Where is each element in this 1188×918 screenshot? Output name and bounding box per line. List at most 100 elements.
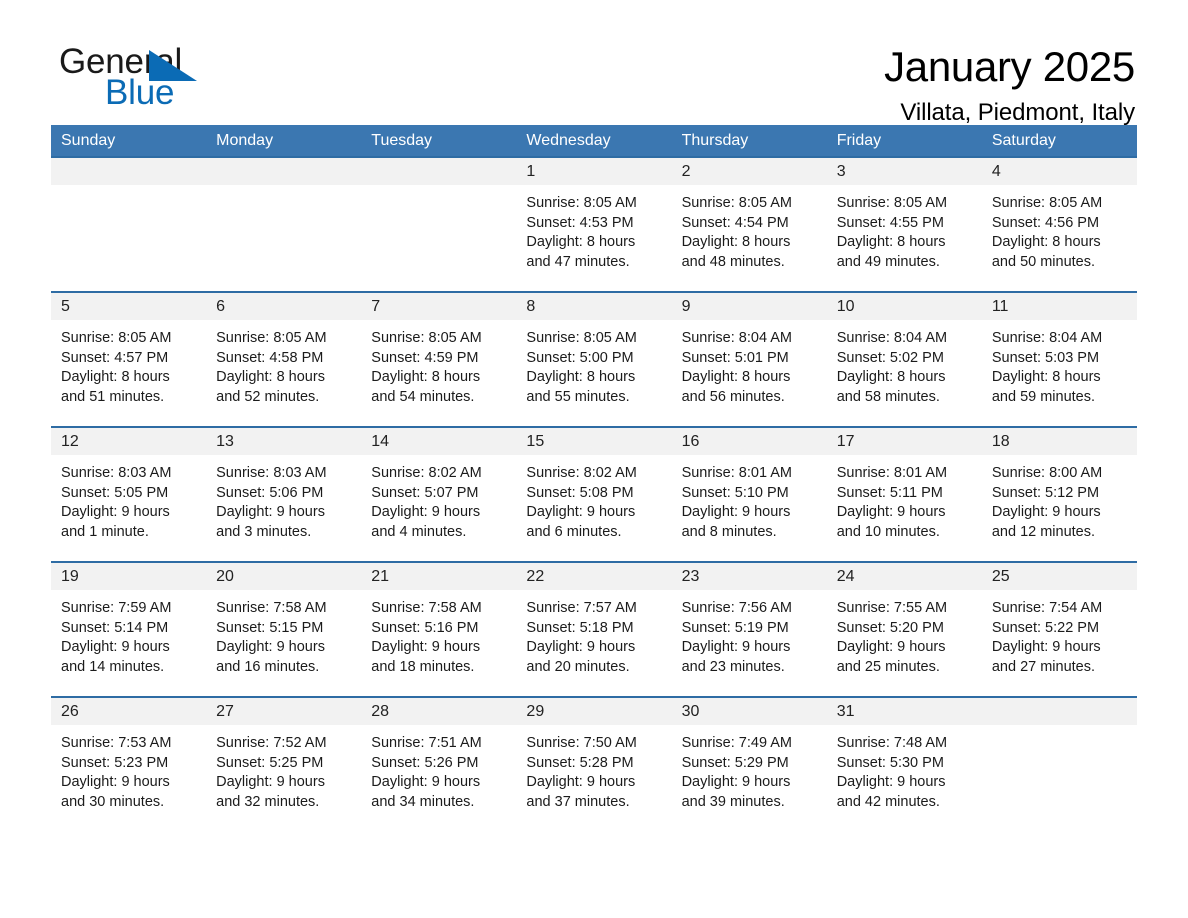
weekday-header-monday: Monday [206, 125, 362, 157]
calendar-day-cell[interactable]: 18 Sunrise: 8:00 AM Sunset: 5:12 PM Dayligh… [981, 426, 1137, 562]
day-number: 6 [206, 293, 362, 320]
calendar-day-cell[interactable]: 17 Sunrise: 8:01 AM Sunset: 5:11 PM Dayligh… [826, 426, 982, 562]
day-details: Sunrise: 7:57 AM Sunset: 5:18 PM Daylight:… [516, 590, 671, 677]
calendar-day-cell[interactable]: 14 Sunrise: 8:02 AM Sunset: 5:07 PM Dayligh… [361, 426, 517, 562]
sunset-text: Sunset: 5:07 PM [371, 484, 479, 501]
sunset-text: Sunset: 5:15 PM [216, 619, 324, 636]
sunrise-text: Sunrise: 8:00 AM [991, 465, 1103, 481]
daylight-text: Daylight: 9 hours [681, 504, 791, 521]
calendar-day-cell[interactable]: 7 Sunrise: 8:05 AM Sunset: 4:59 PM Daylight… [361, 291, 517, 427]
sunrise-text: Sunrise: 8:05 AM [836, 195, 948, 211]
calendar-day-cell[interactable]: 27 Sunrise: 7:52 AM Sunset: 5:25 PM Dayligh… [206, 696, 362, 832]
sunset-text: Sunset: 4:58 PM [216, 349, 324, 366]
calendar-header-row: Sunday Monday Tuesday Wednesday Thursday… [51, 125, 1137, 157]
sunset-text: Sunset: 4:54 PM [681, 214, 789, 231]
calendar-day-cell[interactable]: 5 Sunrise: 8:05 AM Sunset: 4:57 PM Daylight… [51, 291, 207, 427]
calendar-day-cell[interactable]: 28 Sunrise: 7:51 AM Sunset: 5:26 PM Dayligh… [361, 696, 517, 832]
daylight-text: Daylight: 9 hours [991, 504, 1101, 521]
calendar-day-cell[interactable]: 20 Sunrise: 7:58 AM Sunset: 5:15 PM Dayligh… [206, 561, 362, 697]
daylight-text-cont: and 10 minutes. [836, 523, 940, 540]
sunset-text: Sunset: 5:28 PM [526, 754, 634, 771]
calendar-day-cell[interactable]: 2 Sunrise: 8:05 AM Sunset: 4:54 PM Daylight… [671, 156, 827, 292]
daylight-text: Daylight: 9 hours [371, 774, 481, 791]
daylight-text-cont: and 42 minutes. [836, 793, 940, 810]
calendar-day-cell[interactable]: 30 Sunrise: 7:49 AM Sunset: 5:29 PM Dayligh… [671, 696, 827, 832]
daylight-text: Daylight: 8 hours [526, 369, 636, 386]
calendar-day-cell[interactable]: 29 Sunrise: 7:50 AM Sunset: 5:28 PM Dayligh… [516, 696, 672, 832]
calendar-day-cell[interactable]: 12 Sunrise: 8:03 AM Sunset: 5:05 PM Dayligh… [51, 426, 207, 562]
sunrise-text: Sunrise: 8:05 AM [216, 330, 327, 346]
calendar-day-cell[interactable]: 13 Sunrise: 8:03 AM Sunset: 5:06 PM Dayligh… [206, 426, 362, 562]
sunrise-text: Sunrise: 8:05 AM [371, 330, 482, 346]
sunrise-text: Sunrise: 8:05 AM [526, 195, 637, 211]
sunset-text: Sunset: 5:03 PM [991, 349, 1100, 366]
day-number: 10 [826, 293, 982, 320]
day-details: Sunrise: 7:58 AM Sunset: 5:16 PM Daylight:… [361, 590, 516, 677]
day-number [361, 158, 517, 185]
weekday-header-tuesday: Tuesday [361, 125, 517, 157]
weekday-header-row: Sunday Monday Tuesday Wednesday Thursday… [51, 125, 1137, 157]
day-details: Sunrise: 8:05 AM Sunset: 4:58 PM Daylight:… [206, 320, 361, 407]
calendar-day-cell[interactable]: 16 Sunrise: 8:01 AM Sunset: 5:10 PM Dayligh… [671, 426, 827, 562]
daylight-text-cont: and 52 minutes. [216, 388, 320, 405]
sunset-text: Sunset: 5:30 PM [836, 754, 944, 771]
day-details: Sunrise: 7:55 AM Sunset: 5:20 PM Daylight:… [827, 590, 982, 677]
calendar-day-cell[interactable]: 3 Sunrise: 8:05 AM Sunset: 4:55 PM Daylight… [826, 156, 982, 292]
day-details: Sunrise: 8:03 AM Sunset: 5:06 PM Daylight:… [206, 455, 361, 542]
calendar-page: General Blue January 2025 Villata, Piedm… [0, 0, 1188, 918]
daylight-text-cont: and 20 minutes. [526, 658, 630, 675]
daylight-text-cont: and 37 minutes. [526, 793, 630, 810]
day-details: Sunrise: 8:05 AM Sunset: 4:59 PM Daylight:… [361, 320, 516, 407]
calendar-day-cell[interactable]: 1 Sunrise: 8:05 AM Sunset: 4:53 PM Daylight… [516, 156, 672, 292]
day-details: Sunrise: 8:00 AM Sunset: 5:12 PM Daylight:… [982, 455, 1137, 542]
title-block: January 2025 Villata, Piedmont, Italy [884, 44, 1137, 128]
calendar-day-cell[interactable]: 23 Sunrise: 7:56 AM Sunset: 5:19 PM Dayligh… [671, 561, 827, 697]
daylight-text-cont: and 3 minutes. [216, 523, 312, 540]
weekday-header-wednesday: Wednesday [516, 125, 672, 157]
day-number: 24 [826, 563, 982, 590]
calendar-day-cell[interactable]: 10 Sunrise: 8:04 AM Sunset: 5:02 PM Dayligh… [826, 291, 982, 427]
calendar-day-cell[interactable]: 4 Sunrise: 8:05 AM Sunset: 4:56 PM Daylight… [981, 156, 1137, 292]
daylight-text: Daylight: 9 hours [526, 504, 636, 521]
day-details: Sunrise: 7:56 AM Sunset: 5:19 PM Daylight:… [672, 590, 827, 677]
generalblue-logo[interactable]: General Blue [51, 44, 251, 120]
calendar-day-cell-empty [361, 156, 517, 292]
daylight-text-cont: and 48 minutes. [681, 253, 785, 270]
calendar-day-cell[interactable]: 24 Sunrise: 7:55 AM Sunset: 5:20 PM Dayligh… [826, 561, 982, 697]
calendar-day-cell[interactable]: 6 Sunrise: 8:05 AM Sunset: 4:58 PM Daylight… [206, 291, 362, 427]
day-number: 16 [671, 428, 827, 455]
calendar-day-cell[interactable]: 9 Sunrise: 8:04 AM Sunset: 5:01 PM Daylight… [671, 291, 827, 427]
calendar-day-cell[interactable]: 26 Sunrise: 7:53 AM Sunset: 5:23 PM Dayligh… [51, 696, 207, 832]
calendar-day-cell[interactable]: 11 Sunrise: 8:04 AM Sunset: 5:03 PM Dayligh… [981, 291, 1137, 427]
calendar-day-cell[interactable]: 25 Sunrise: 7:54 AM Sunset: 5:22 PM Dayligh… [981, 561, 1137, 697]
daylight-text-cont: and 49 minutes. [836, 253, 940, 270]
sunset-text: Sunset: 5:26 PM [371, 754, 479, 771]
day-details: Sunrise: 8:05 AM Sunset: 4:55 PM Daylight:… [827, 185, 982, 272]
daylight-text-cont: and 23 minutes. [681, 658, 785, 675]
calendar-day-cell[interactable]: 15 Sunrise: 8:02 AM Sunset: 5:08 PM Dayligh… [516, 426, 672, 562]
day-number: 21 [361, 563, 517, 590]
day-details: Sunrise: 7:58 AM Sunset: 5:15 PM Daylight:… [206, 590, 361, 677]
daylight-text: Daylight: 8 hours [836, 369, 946, 386]
daylight-text: Daylight: 9 hours [836, 504, 946, 521]
day-number: 18 [981, 428, 1137, 455]
day-number: 27 [206, 698, 362, 725]
calendar-day-cell[interactable]: 22 Sunrise: 7:57 AM Sunset: 5:18 PM Dayligh… [516, 561, 672, 697]
day-number: 14 [361, 428, 517, 455]
day-number: 26 [51, 698, 207, 725]
calendar-day-cell-empty [51, 156, 207, 292]
sunset-text: Sunset: 4:59 PM [371, 349, 479, 366]
calendar-day-cell[interactable]: 8 Sunrise: 8:05 AM Sunset: 5:00 PM Daylight… [516, 291, 672, 427]
page-header: General Blue January 2025 Villata, Piedm… [51, 0, 1137, 127]
calendar-day-cell[interactable]: 31 Sunrise: 7:48 AM Sunset: 5:30 PM Dayligh… [826, 696, 982, 832]
daylight-text: Daylight: 8 hours [991, 234, 1101, 251]
day-details: Sunrise: 8:04 AM Sunset: 5:03 PM Daylight:… [982, 320, 1137, 407]
daylight-text-cont: and 32 minutes. [216, 793, 320, 810]
sunset-text: Sunset: 5:25 PM [216, 754, 324, 771]
daylight-text: Daylight: 9 hours [61, 774, 170, 791]
calendar-day-cell[interactable]: 21 Sunrise: 7:58 AM Sunset: 5:16 PM Dayligh… [361, 561, 517, 697]
weekday-header-sunday: Sunday [51, 125, 207, 157]
daylight-text-cont: and 4 minutes. [371, 523, 467, 540]
daylight-text: Daylight: 9 hours [681, 774, 791, 791]
calendar-day-cell[interactable]: 19 Sunrise: 7:59 AM Sunset: 5:14 PM Dayligh… [51, 561, 207, 697]
